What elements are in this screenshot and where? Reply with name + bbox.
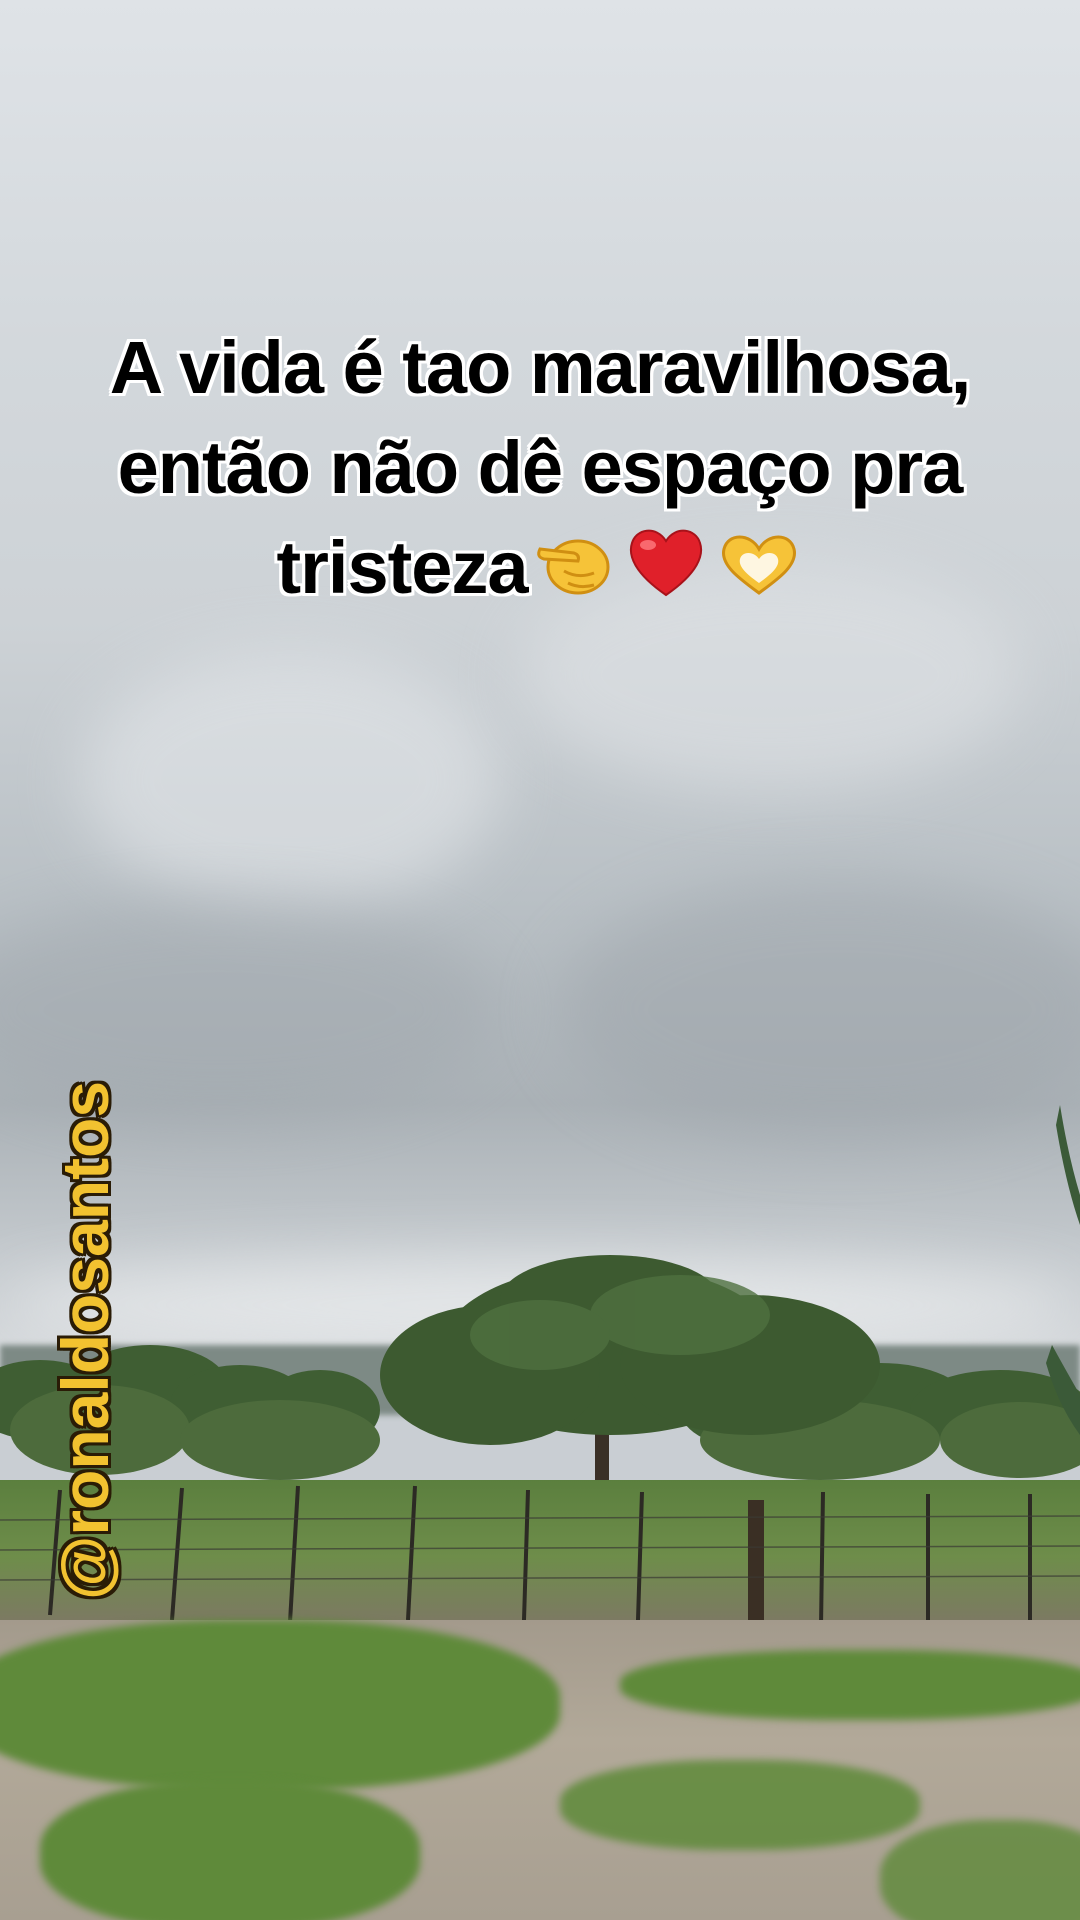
cloudy-sky [0,0,1080,1380]
video-frame: A vida é tao maravilhosa, então não dê e… [0,0,1080,1920]
caption-line-2: então não dê espaço pra [117,426,964,509]
caption-line-3-text: tristeza [276,526,528,609]
grass-patch [560,1760,920,1850]
grass-patch [0,1620,560,1790]
caption-line-3: tristeza [60,518,1020,628]
cactus [1040,1105,1080,1435]
grass-patch [40,1780,420,1920]
red-heart-icon [624,519,708,628]
grass-patch [620,1650,1080,1720]
caption-overlay: A vida é tao maravilhosa, então não dê e… [60,318,1020,628]
cloud [80,650,500,910]
wire-fence [0,1480,1080,1630]
heart-hands-icon [714,519,804,628]
pointing-finger-icon [534,519,618,628]
cloud [560,880,1080,1140]
grass-patch [880,1820,1080,1920]
big-tree [360,1255,900,1505]
creator-handle-watermark: @ronaldosantos [48,1080,122,1600]
caption-line-1: A vida é tao maravilhosa, [109,326,972,409]
muddy-ground [0,1620,1080,1920]
